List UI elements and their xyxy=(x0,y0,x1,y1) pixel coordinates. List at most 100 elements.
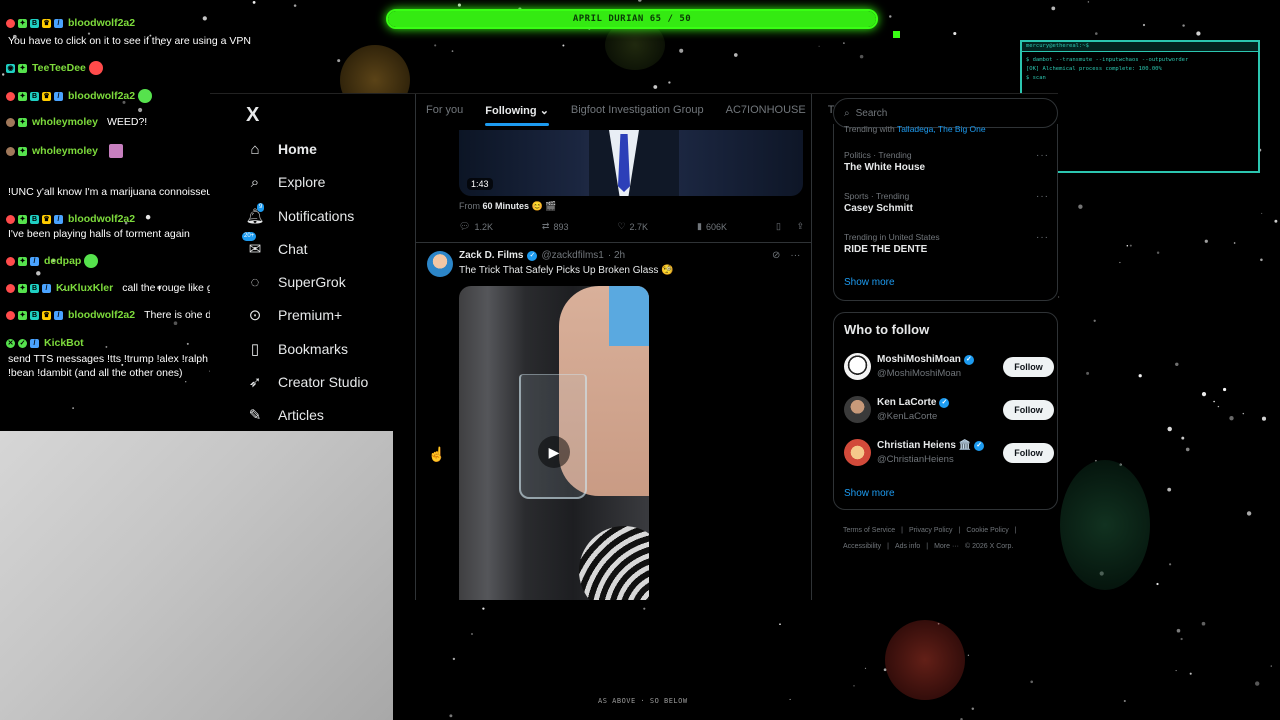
star xyxy=(1274,219,1278,223)
trend-link[interactable]: Talladega, The Big One xyxy=(897,124,986,134)
nav-home[interactable]: ⌂ Home xyxy=(246,140,316,158)
video-player[interactable]: 1:43 xyxy=(459,130,803,196)
verified-icon: ✓ xyxy=(527,250,538,261)
suggestion-name[interactable]: MoshiMoshiMoan xyxy=(877,354,961,365)
nav-label: Notifications xyxy=(278,208,355,224)
chat-username: dedpap xyxy=(44,255,82,267)
nav-chat[interactable]: ✉ 20+ Chat xyxy=(242,232,308,258)
chat-username: bloodwolf2a2 xyxy=(68,90,136,102)
star xyxy=(1169,563,1172,566)
footer-link[interactable]: More ··· xyxy=(934,543,959,550)
reply-button[interactable]: 💬︎ 1.2K xyxy=(459,221,493,232)
avatar[interactable] xyxy=(427,251,453,277)
more-icon[interactable]: ··· xyxy=(1036,232,1049,243)
x-logo-icon[interactable]: X xyxy=(246,104,259,127)
nav-premium[interactable]: ⊙ Premium+ xyxy=(246,306,342,324)
star xyxy=(1204,239,1208,243)
trend-title: The White House xyxy=(844,162,926,173)
badge-icon: B xyxy=(30,91,39,101)
nav-articles[interactable]: ✎ Articles xyxy=(246,406,324,424)
tab-ac7ionhouse[interactable]: AC7IONHOUSE xyxy=(726,104,806,117)
avatar[interactable] xyxy=(844,439,871,466)
footer-separator: | xyxy=(926,543,929,550)
timeline-feed: For you Following ⌄ Bigfoot Investigatio… xyxy=(415,94,834,600)
star xyxy=(186,342,189,345)
follow-button[interactable]: Follow xyxy=(1003,443,1054,463)
tab-bigfoot-investigation-group[interactable]: Bigfoot Investigation Group xyxy=(571,104,704,117)
star xyxy=(36,271,41,276)
suggestion-name[interactable]: Christian Heiens 🏛️ xyxy=(877,440,971,451)
tab-for-you[interactable]: For you xyxy=(426,104,463,117)
post-actions: 💬︎ 1.2K ⇄ 893 ♡ 2.7K ▮ 606K ▯ ⇪ xyxy=(459,221,804,232)
nav-supergrok[interactable]: ◌ SuperGrok xyxy=(246,273,346,291)
chat-username: bloodwolf2a2 xyxy=(68,309,136,321)
article-icon: ✎ xyxy=(248,407,262,424)
footer-link[interactable]: Terms of Service xyxy=(843,527,895,534)
play-icon[interactable]: ▶ xyxy=(538,436,570,468)
star xyxy=(1126,245,1129,247)
repost-count: 893 xyxy=(553,221,569,232)
author-handle[interactable]: @zackdfilms1 xyxy=(541,250,603,261)
star xyxy=(818,45,820,47)
avatar[interactable] xyxy=(844,396,871,423)
nav-explore[interactable]: ⌕ Explore xyxy=(246,173,326,191)
follow-button[interactable]: Follow xyxy=(1003,400,1054,420)
trend-item[interactable]: Politics · Trending The White House ··· xyxy=(844,150,1049,173)
nav-bookmarks[interactable]: ▯ Bookmarks xyxy=(246,340,348,358)
emote-icon xyxy=(84,254,99,268)
trend-item[interactable]: Trending with Talladega, The Big One xyxy=(844,124,1049,134)
share-icon[interactable]: ⇪ xyxy=(796,221,804,232)
nav-creator-studio[interactable]: ➶ Creator Studio xyxy=(246,373,369,391)
chat-icon: ✉ 20+ xyxy=(242,232,262,258)
sword-icon: / xyxy=(42,283,51,293)
footer-link[interactable]: Ads info xyxy=(895,543,920,550)
chat-message: ◉ ✦ TeeTeeDee xyxy=(6,61,103,75)
footer-link[interactable]: Cookie Policy xyxy=(966,527,1008,534)
star xyxy=(482,607,485,610)
more-icon[interactable]: ··· xyxy=(1036,150,1049,161)
star xyxy=(185,381,187,383)
nav-notifications[interactable]: 🔔︎ 9 Notifications xyxy=(245,203,355,225)
home-icon: ⌂ xyxy=(250,140,260,158)
suggestion-name[interactable]: Ken LaCorte xyxy=(877,397,936,408)
author-name[interactable]: Zack D. Films xyxy=(459,250,523,261)
star xyxy=(1058,296,1060,298)
repost-button[interactable]: ⇄ 893 xyxy=(542,221,569,232)
views-button[interactable]: ▮ 606K xyxy=(697,221,727,232)
more-icon[interactable]: ··· xyxy=(1036,191,1049,202)
terminal-line: $ scan xyxy=(1026,75,1046,81)
post-extra-actions: ▯ ⇪ xyxy=(776,221,804,232)
badge-icon: ✦ xyxy=(18,146,27,156)
follow-button[interactable]: Follow xyxy=(1003,357,1054,377)
avatar[interactable] xyxy=(844,353,871,380)
star xyxy=(457,3,461,7)
chat-username: bloodwolf2a2 xyxy=(68,213,136,225)
like-count: 2.7K xyxy=(629,221,649,232)
source-link[interactable]: 60 Minutes xyxy=(483,201,530,211)
chat-message: ✦ wholeymoley WEED?! xyxy=(6,116,147,128)
bookmark-icon[interactable]: ▯ xyxy=(776,221,781,232)
star xyxy=(1213,400,1215,403)
show-more-link[interactable]: Show more xyxy=(844,277,895,288)
footer-link[interactable]: Accessibility xyxy=(843,543,881,550)
sword-icon: / xyxy=(54,18,63,28)
video-frame xyxy=(579,526,649,600)
show-more-link[interactable]: Show more xyxy=(844,488,895,499)
star xyxy=(202,16,207,21)
more-icon[interactable]: ··· xyxy=(790,250,800,261)
chat-message-text: There is one dlc xyxy=(144,309,219,321)
video-player[interactable]: ▶ xyxy=(459,286,649,600)
chat-message: ✕ ✓ / KickBot xyxy=(6,337,84,349)
heart-icon: ♡ xyxy=(617,221,626,231)
chat-message-text: You have to click on it to see if they a… xyxy=(8,35,252,47)
planet-decoration xyxy=(885,620,965,700)
trend-item[interactable]: Trending in United States RIDE THE DENTE… xyxy=(844,232,1049,255)
tab-following[interactable]: Following ⌄ xyxy=(485,104,549,126)
trend-item[interactable]: Sports · Trending Casey Schmitt ··· xyxy=(844,191,1049,214)
like-button[interactable]: ♡ 2.7K xyxy=(617,221,648,232)
star xyxy=(293,4,297,7)
grok-icon[interactable]: ⊘ xyxy=(772,250,780,261)
footer-link[interactable]: Privacy Policy xyxy=(909,527,953,534)
star xyxy=(449,714,453,718)
suggestion-handle: @ChristianHeiens xyxy=(877,454,954,465)
